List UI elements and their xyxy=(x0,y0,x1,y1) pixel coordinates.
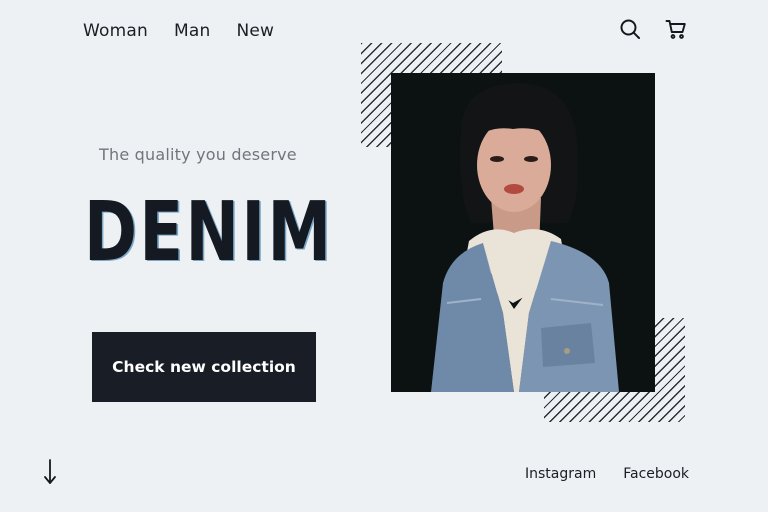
social-links: Instagram Facebook xyxy=(525,466,689,482)
search-icon[interactable] xyxy=(619,18,641,40)
nav-item-woman[interactable]: Woman xyxy=(83,21,148,41)
instagram-link[interactable]: Instagram xyxy=(525,466,596,482)
header-actions xyxy=(619,18,687,40)
check-collection-button[interactable]: Check new collection xyxy=(92,332,316,402)
model-photo xyxy=(391,73,655,392)
main-nav: Woman Man New xyxy=(83,21,274,41)
landing-page: Woman Man New The quality you deserve DE… xyxy=(0,0,768,512)
nav-item-new[interactable]: New xyxy=(236,21,274,41)
nav-item-man[interactable]: Man xyxy=(174,21,210,41)
arrow-down-icon[interactable] xyxy=(40,457,60,487)
hero-tagline: The quality you deserve xyxy=(99,145,297,164)
hero-headline: DENIM xyxy=(84,185,334,280)
model-illustration xyxy=(391,73,655,392)
facebook-link[interactable]: Facebook xyxy=(623,466,689,482)
cart-icon[interactable] xyxy=(665,18,687,40)
